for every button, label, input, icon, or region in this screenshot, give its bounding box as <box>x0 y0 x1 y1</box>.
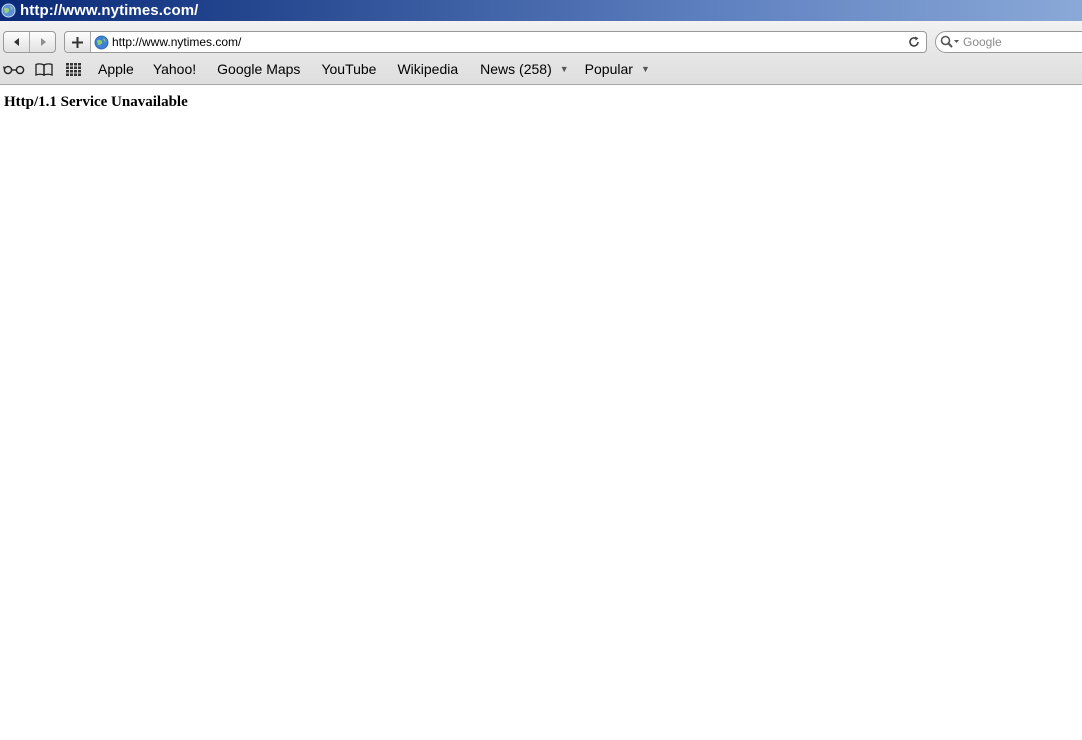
reading-glasses-icon <box>3 65 25 75</box>
chevron-down-icon: ▼ <box>640 64 650 74</box>
back-forward-group <box>3 31 56 53</box>
bookmark-label: Apple <box>98 61 134 77</box>
search-icon[interactable] <box>940 35 960 49</box>
bookmark-yahoo[interactable]: Yahoo! <box>153 61 196 77</box>
search-input[interactable] <box>963 33 1073 51</box>
bookmark-label: Yahoo! <box>152 61 197 77</box>
bookmark-youtube[interactable]: YouTube <box>321 61 376 77</box>
address-bar <box>64 31 927 53</box>
open-book-icon <box>35 62 53 76</box>
navigation-toolbar <box>0 21 1082 54</box>
page-content: Http/1.1 Service Unavailable <box>0 85 1082 740</box>
bookmark-apple[interactable]: Apple <box>98 61 134 77</box>
bookmark-label: Wikipedia <box>397 61 459 77</box>
site-globe-icon <box>94 35 109 49</box>
window-title: http://www.nytimes.com/ <box>20 2 199 19</box>
bookmark-label: YouTube <box>321 61 377 77</box>
grid-icon <box>66 62 81 76</box>
add-bookmark-button[interactable] <box>65 32 91 52</box>
bookmark-folder-news[interactable]: News (258) ▼ <box>480 61 569 77</box>
chevron-down-icon: ▼ <box>559 64 569 74</box>
forward-button[interactable] <box>29 32 55 52</box>
reload-icon[interactable] <box>907 35 921 49</box>
bookmark-label: Popular <box>584 61 633 77</box>
globe-icon <box>1 3 16 18</box>
window-title-bar[interactable]: http://www.nytimes.com/ <box>0 0 1082 21</box>
bookmark-label: Google Maps <box>217 61 301 77</box>
search-bar <box>935 31 1082 53</box>
bookmark-label: News (258) <box>480 61 552 77</box>
forward-arrow-icon <box>40 38 46 46</box>
address-input[interactable] <box>112 33 902 51</box>
error-heading: Http/1.1 Service Unavailable <box>4 94 188 110</box>
top-sites-button[interactable] <box>66 54 81 85</box>
reading-list-button[interactable] <box>3 54 25 85</box>
back-button[interactable] <box>4 32 29 52</box>
show-bookmarks-button[interactable] <box>35 54 53 85</box>
bookmark-folder-popular[interactable]: Popular ▼ <box>585 61 650 77</box>
bookmark-wikipedia[interactable]: Wikipedia <box>397 61 458 77</box>
bookmark-google-maps[interactable]: Google Maps <box>217 61 300 77</box>
plus-icon <box>72 36 83 48</box>
bookmarks-bar: Apple Yahoo! Google Maps YouTube Wikiped… <box>0 54 1082 85</box>
back-arrow-icon <box>13 38 19 46</box>
